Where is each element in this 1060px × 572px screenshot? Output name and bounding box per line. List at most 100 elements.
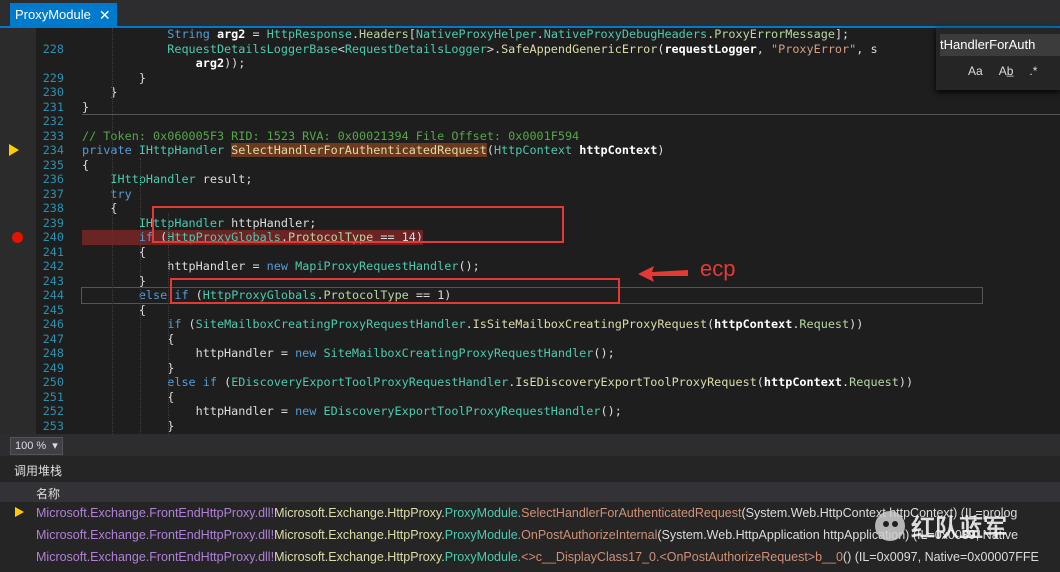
- code-line[interactable]: 245 {: [0, 303, 1060, 318]
- line-number: 253: [42, 418, 64, 433]
- code-line[interactable]: arg2));: [0, 56, 1060, 71]
- code-text: }: [82, 360, 175, 375]
- wechat-logo-icon: [875, 510, 905, 541]
- code-line[interactable]: 246 if (SiteMailboxCreatingProxyRequestH…: [0, 317, 1060, 332]
- match-case-icon[interactable]: Aa: [966, 64, 985, 78]
- line-number: 231: [42, 99, 64, 114]
- code-line[interactable]: 231}: [0, 100, 1060, 115]
- column-header[interactable]: 名称: [0, 482, 1060, 502]
- line-number: 238: [42, 201, 64, 215]
- code-line[interactable]: 232: [0, 114, 1060, 129]
- code-text: // Token: 0x060005F3 RID: 1523 RVA: 0x00…: [82, 128, 580, 143]
- indent-guide: [112, 28, 113, 434]
- watermark: 红队蓝军: [875, 508, 1007, 543]
- code-line[interactable]: 248 httpHandler = new SiteMailboxCreatin…: [0, 346, 1060, 361]
- call-stack-row[interactable]: Microsoft.Exchange.FrontEndHttpProxy.dll…: [0, 546, 1060, 568]
- match-word-icon[interactable]: Ab̲: [997, 64, 1016, 78]
- line-number: 240: [42, 230, 64, 244]
- frame-text: Microsoft.Exchange.FrontEndHttpProxy.dll…: [36, 528, 1019, 542]
- line-number: 237: [42, 186, 64, 201]
- line-number: 245: [42, 302, 64, 317]
- tab-proxymodule[interactable]: ProxyModule ✕: [10, 3, 117, 26]
- current-frame-arrow-icon: [15, 507, 24, 517]
- code-text: IHttpHandler result;: [110, 172, 253, 186]
- line-number: 241: [42, 244, 64, 259]
- code-text: try: [110, 186, 132, 201]
- code-text: {: [82, 244, 146, 259]
- code-text: httpHandler = new EDiscoveryExportToolPr…: [82, 404, 622, 418]
- line-number: 234: [42, 143, 64, 157]
- code-line[interactable]: 229 }: [0, 71, 1060, 86]
- code-text: httpHandler = new SiteMailboxCreatingPro…: [82, 346, 615, 360]
- column-name-label: 名称: [36, 487, 61, 501]
- indent-guide: [140, 158, 141, 434]
- code-text: if (SiteMailboxCreatingProxyRequestHandl…: [167, 317, 864, 331]
- code-text: RequestDetailsLoggerBase<RequestDetailsL…: [167, 41, 878, 56]
- line-number: 229: [42, 70, 64, 85]
- line-number: 232: [42, 114, 64, 128]
- find-widget: tHandlerForAuth Aa Ab̲ .*: [936, 28, 1060, 90]
- frame-text: Microsoft.Exchange.FrontEndHttpProxy.dll…: [36, 506, 1018, 520]
- frame-text: Microsoft.Exchange.FrontEndHttpProxy.dll…: [36, 550, 1039, 564]
- code-text: }: [82, 99, 90, 114]
- zoom-dropdown[interactable]: 100 % ▾: [10, 437, 63, 455]
- code-text: }: [82, 418, 175, 433]
- code-text: }: [82, 273, 146, 288]
- line-number: 242: [42, 259, 64, 273]
- line-number: 236: [42, 172, 64, 186]
- code-text: arg2));: [195, 56, 246, 70]
- tab-title: ProxyModule: [15, 7, 91, 22]
- close-icon[interactable]: ✕: [99, 8, 111, 22]
- document-tab-bar: ProxyModule ✕: [0, 0, 1060, 28]
- line-number: 249: [42, 360, 64, 375]
- indent-guide: [168, 213, 169, 434]
- code-line[interactable]: 252 httpHandler = new EDiscoveryExportTo…: [0, 404, 1060, 419]
- code-line[interactable]: 241 {: [0, 245, 1060, 260]
- code-text: else if (EDiscoveryExportToolProxyReques…: [167, 375, 914, 389]
- line-number: 250: [42, 375, 64, 389]
- code-text: {: [82, 302, 146, 317]
- panel-title: 调用堆栈: [14, 464, 63, 478]
- regex-icon[interactable]: .*: [1027, 64, 1039, 78]
- code-text: {: [82, 157, 90, 172]
- code-editor[interactable]: String arg2 = HttpResponse.Headers[Nativ…: [0, 28, 1060, 434]
- code-line[interactable]: 242 httpHandler = new MapiProxyRequestHa…: [0, 259, 1060, 274]
- line-number: 246: [42, 317, 64, 331]
- highlight-box-protocol-14: [152, 206, 564, 243]
- highlight-box-protocol-1: [170, 278, 620, 304]
- line-number: 239: [42, 215, 64, 230]
- breakpoint-icon[interactable]: [12, 232, 23, 243]
- code-line[interactable]: 247 {: [0, 332, 1060, 347]
- find-input[interactable]: tHandlerForAuth: [940, 34, 1060, 56]
- code-text: String arg2 = HttpResponse.Headers[Nativ…: [167, 28, 850, 41]
- code-line[interactable]: 249 }: [0, 361, 1060, 376]
- code-line[interactable]: 253 }: [0, 419, 1060, 434]
- line-number: 233: [42, 128, 64, 143]
- current-statement-arrow-icon: [9, 144, 19, 156]
- code-text: {: [82, 389, 175, 404]
- code-line[interactable]: 230 }: [0, 85, 1060, 100]
- code-line[interactable]: 237 try: [0, 187, 1060, 202]
- watermark-text: 红队蓝军: [911, 515, 1007, 542]
- line-number: 243: [42, 273, 64, 288]
- code-line[interactable]: 233 // Token: 0x060005F3 RID: 1523 RVA: 0…: [0, 129, 1060, 144]
- code-line[interactable]: 236 IHttpHandler result;: [0, 172, 1060, 187]
- code-text: {: [82, 331, 175, 346]
- annotation-arrow-icon: [638, 266, 688, 282]
- line-number: 228: [42, 41, 64, 56]
- chevron-down-icon: ▾: [52, 440, 58, 452]
- code-line[interactable]: 235 {: [0, 158, 1060, 173]
- annotation-label: ecp: [700, 256, 736, 281]
- code-line[interactable]: 234 private IHttpHandler SelectHandlerFor…: [0, 143, 1060, 158]
- code-text: }: [82, 70, 146, 85]
- line-number: 235: [42, 157, 64, 172]
- editor-status-bar: 100 % ▾: [0, 434, 1060, 456]
- code-line[interactable]: 250 else if (EDiscoveryExportToolProxyRe…: [0, 375, 1060, 390]
- line-number: 247: [42, 331, 64, 346]
- code-line[interactable]: 251 {: [0, 390, 1060, 405]
- code-line[interactable]: 228 RequestDetailsLoggerBase<RequestDeta…: [0, 42, 1060, 57]
- code-text: private IHttpHandler SelectHandlerForAut…: [82, 143, 665, 157]
- line-number: 244: [42, 288, 64, 302]
- code-line[interactable]: String arg2 = HttpResponse.Headers[Nativ…: [0, 28, 1060, 42]
- line-number: 248: [42, 346, 64, 360]
